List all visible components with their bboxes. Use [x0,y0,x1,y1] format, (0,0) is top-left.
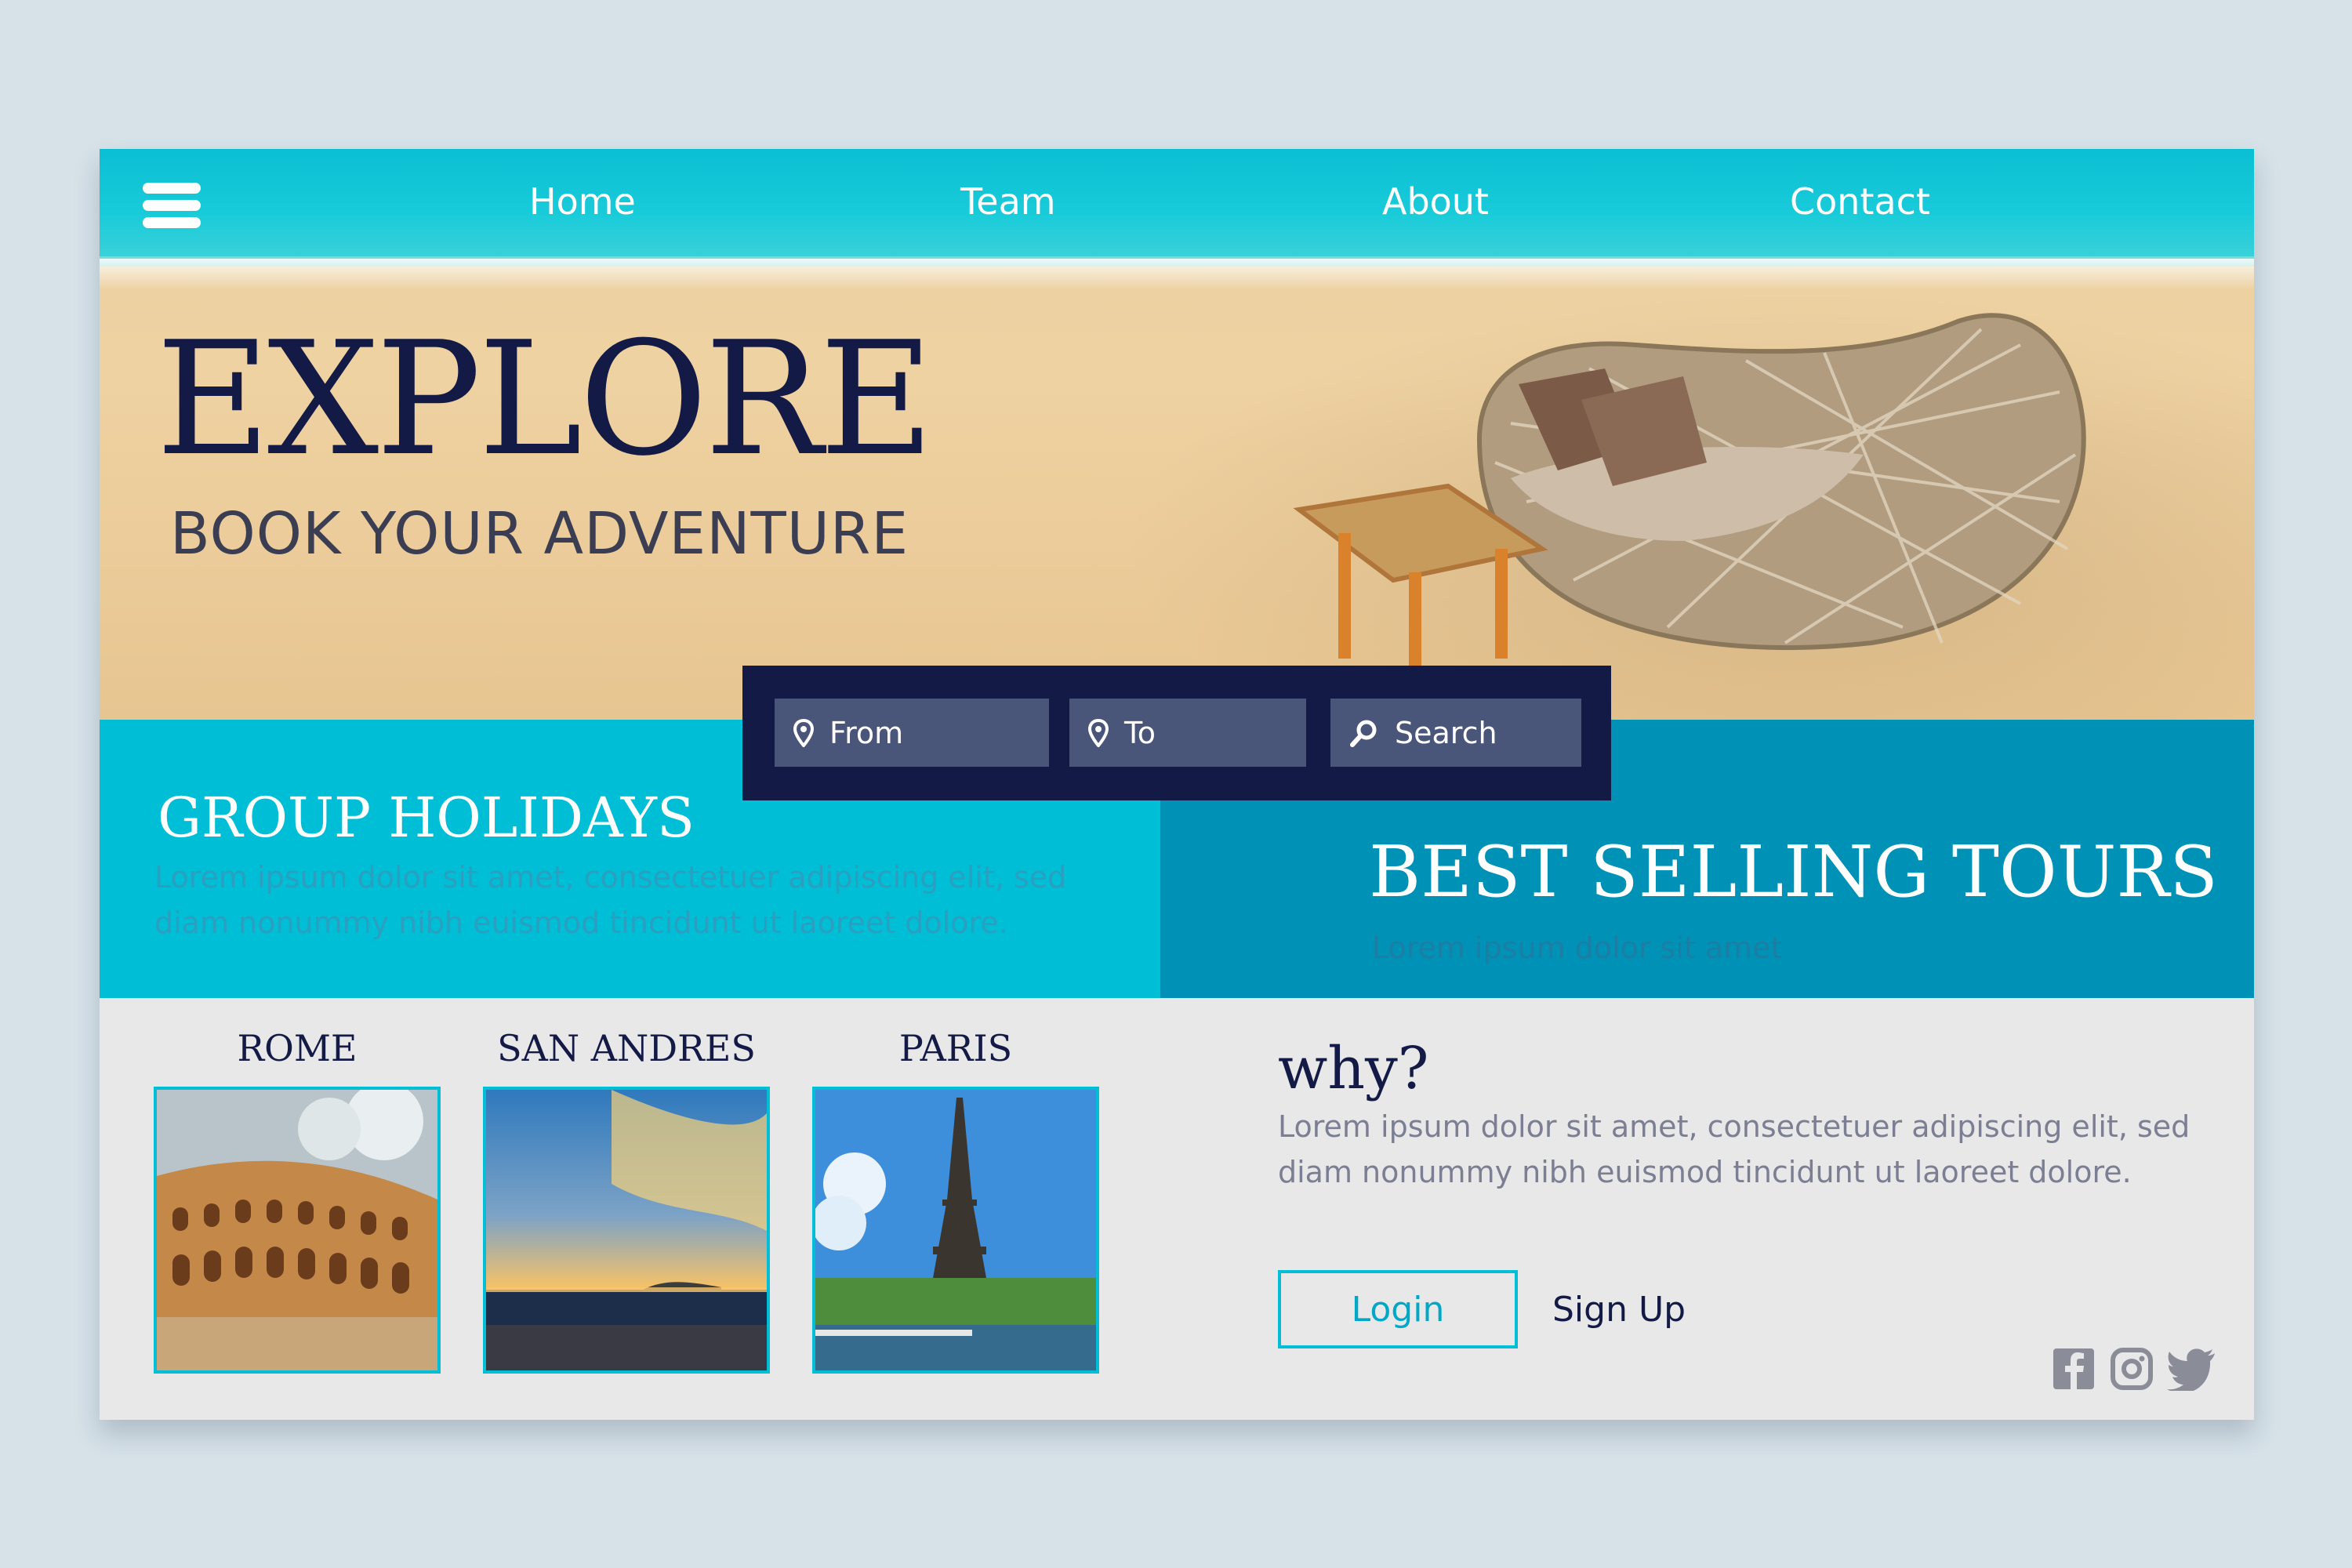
destination-label-san-andres: SAN ANDRES [497,1027,756,1069]
location-pin-icon [793,718,814,747]
location-pin-icon [1088,718,1109,747]
facebook-icon[interactable] [2052,1347,2096,1391]
eiffel-tower-image [815,1090,1096,1370]
san-andres-image[interactable] [483,1087,770,1374]
group-holidays-text-line2: diam nonummy nibh euismod tincidunt ut l… [154,906,1008,940]
destination-label-paris: PARIS [898,1027,1013,1069]
nav-team-link[interactable]: Team [960,180,1056,223]
sunset-beach-image [486,1090,767,1370]
hero-title: EXPLORE [156,308,934,491]
best-selling-text: Lorem ipsum dolor sit amet [1372,931,1783,965]
paris-image[interactable] [812,1087,1099,1374]
to-field[interactable]: To [1069,699,1306,767]
colosseum-image [157,1090,437,1370]
hamburger-menu-icon[interactable] [143,183,201,228]
hero-subtitle: BOOK YOUR ADVENTURE [170,500,909,568]
why-text-line1: Lorem ipsum dolor sit amet, consectetuer… [1278,1109,2190,1144]
best-selling-title: BEST SELLING TOURS [1369,831,2218,913]
why-title: why? [1278,1035,1429,1102]
instagram-icon[interactable] [2110,1347,2154,1391]
group-holidays-title: GROUP HOLIDAYS [158,786,695,850]
hero-banner: Home Team About Contact EXPLORE BOOK YOU… [100,149,2254,720]
why-text-line2: diam nonummy nibh euismod tincidunt ut l… [1278,1155,2132,1189]
rome-image[interactable] [154,1087,441,1374]
nav-about-link[interactable]: About [1382,180,1489,223]
search-icon [1350,720,1377,747]
search-label: Search [1395,715,1497,750]
search-bar: From To Search [742,666,1611,800]
nav-home-link[interactable]: Home [529,180,636,223]
destination-label-rome: ROME [237,1027,358,1069]
from-field[interactable]: From [775,699,1049,767]
top-navigation: Home Team About Contact [100,149,2254,256]
landing-page: Home Team About Contact EXPLORE BOOK YOU… [100,149,2254,1420]
to-label: To [1124,715,1156,750]
search-field[interactable]: Search [1330,699,1581,767]
nav-contact-link[interactable]: Contact [1790,180,1930,223]
login-button[interactable]: Login [1278,1270,1518,1348]
from-label: From [829,715,904,750]
twitter-icon[interactable] [2166,1347,2216,1391]
signup-button[interactable]: Sign Up [1552,1276,1686,1342]
group-holidays-text-line1: Lorem ipsum dolor sit amet, consectetuer… [154,860,1067,895]
beach-furniture-illustration [1293,313,2086,713]
